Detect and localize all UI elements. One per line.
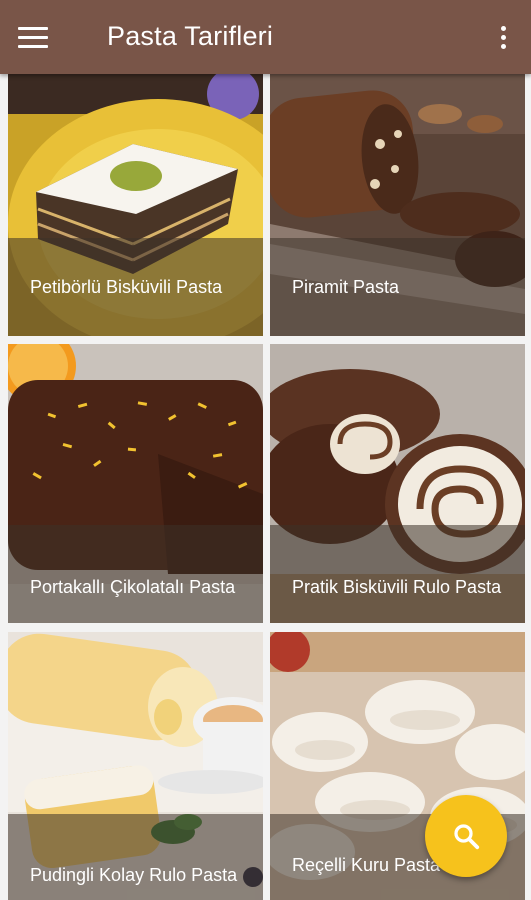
search-icon (454, 824, 480, 850)
page-title: Pasta Tarifleri (107, 21, 274, 51)
recipe-title: Petibörlü Bisküvili Pasta (30, 277, 223, 297)
recipe-grid: Petibörlü Bisküvili Pasta Piramit Pasta (0, 74, 531, 900)
recipe-title: Pratik Bisküvili Rulo Pasta (292, 577, 502, 597)
recipe-card[interactable]: Petibörlü Bisküvili Pasta (8, 74, 263, 336)
recipe-card[interactable]: Piramit Pasta (270, 74, 525, 336)
recipe-card[interactable]: Pudingli Kolay Rulo Pasta (8, 632, 263, 900)
hamburger-menu-icon[interactable] (18, 20, 58, 54)
recipe-title: Pudingli Kolay Rulo Pasta (30, 865, 238, 885)
recipe-title: Piramit Pasta (292, 277, 400, 297)
search-button[interactable] (425, 795, 507, 877)
app-bar: Pasta Tarifleri (0, 0, 531, 74)
recipe-title: Portakallı Çikolatalı Pasta (30, 577, 236, 597)
recipe-card[interactable]: Portakallı Çikolatalı Pasta (8, 344, 263, 623)
recipe-card[interactable]: Pratik Bisküvili Rulo Pasta (270, 344, 525, 623)
more-vert-icon[interactable] (491, 20, 515, 54)
